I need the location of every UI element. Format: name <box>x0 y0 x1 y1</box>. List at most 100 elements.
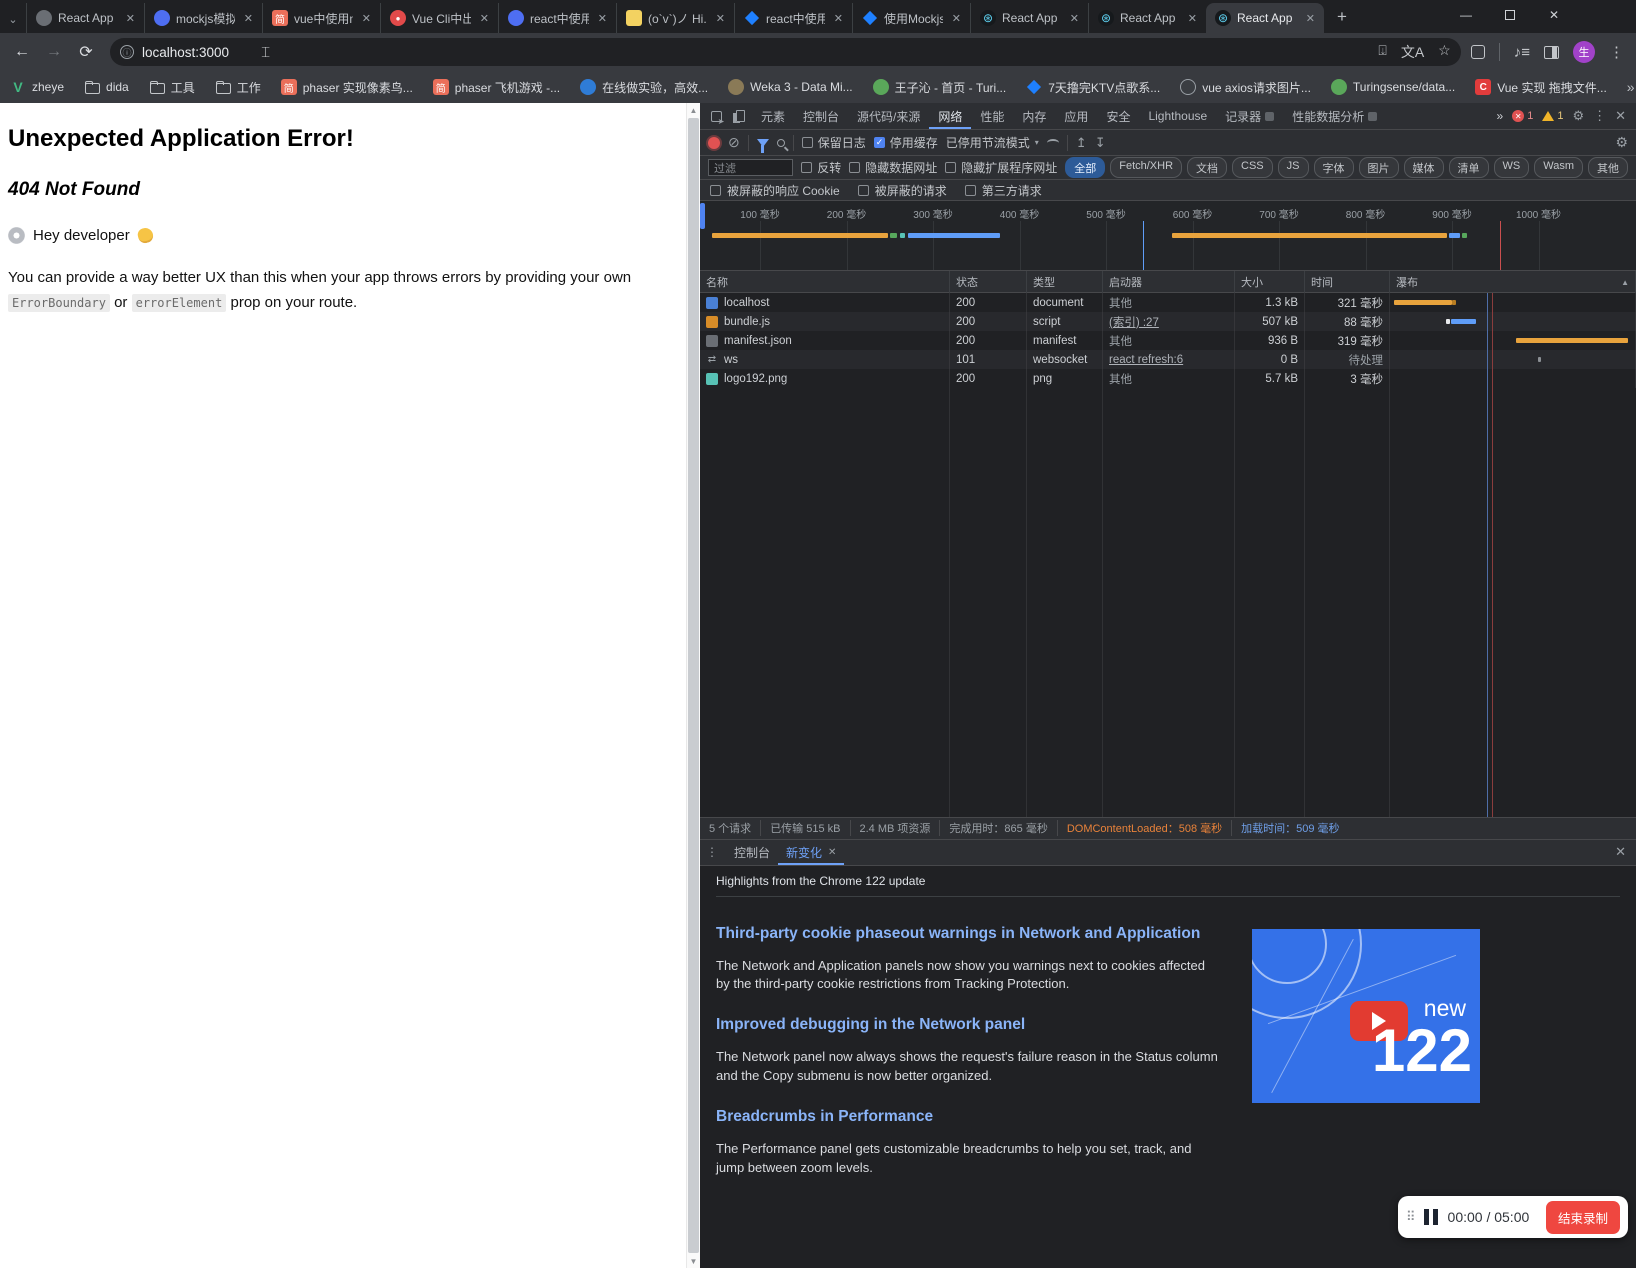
browser-tab[interactable]: 使用Mockjs... ✕ <box>852 3 970 33</box>
tab-close-icon[interactable]: ✕ <box>949 11 964 26</box>
filter-input[interactable]: 过滤 <box>708 159 794 176</box>
devtools-tab-性能数据分析[interactable]: 性能数据分析 <box>1283 103 1386 129</box>
request-name-cell[interactable]: logo192.png <box>700 369 950 388</box>
tab-close-icon[interactable]: ✕ <box>1185 11 1200 26</box>
column-header-大小[interactable]: 大小 <box>1235 271 1305 293</box>
bookmark-item[interactable]: 工作 <box>215 79 261 96</box>
reload-button[interactable]: ⟳ <box>72 38 100 66</box>
save-to-device-icon[interactable]: ⍗ <box>1378 42 1386 62</box>
devtools-tab-控制台[interactable]: 控制台 <box>794 103 848 129</box>
minimize-button[interactable]: — <box>1444 0 1488 30</box>
warning-badge[interactable]: 1 <box>1542 110 1563 122</box>
drawer-close-icon[interactable]: ✕ <box>1615 844 1630 860</box>
network-conditions-icon[interactable] <box>1046 138 1059 147</box>
export-har-icon[interactable]: ↧ <box>1095 135 1106 151</box>
browser-tab[interactable]: react中使用... ✕ <box>498 3 616 33</box>
invert-checkbox[interactable] <box>801 162 813 173</box>
bookmark-item[interactable]: Vzheye <box>10 79 64 95</box>
table-row[interactable]: bundle.js 200 script (索引) :27 507 kB 88 毫秒 <box>700 312 1636 331</box>
bookmark-item[interactable]: 7天撸完KTV点歌系... <box>1026 79 1160 96</box>
overview-range-handle[interactable] <box>700 203 705 229</box>
scroll-down-icon[interactable]: ▼ <box>690 1254 698 1268</box>
clear-network-icon[interactable]: ⊘ <box>728 134 740 151</box>
devtools-tab-记录器[interactable]: 记录器 <box>1216 103 1283 129</box>
bookmark-star-icon[interactable]: ☆ <box>1438 42 1451 62</box>
initiator-text[interactable]: (索引) :27 <box>1109 314 1159 330</box>
column-header-启动器[interactable]: 启动器 <box>1103 271 1235 293</box>
bookmark-item[interactable]: Turingsense/data... <box>1330 79 1455 95</box>
devtools-tab-内存[interactable]: 内存 <box>1013 103 1055 129</box>
column-header-时间[interactable]: 时间 <box>1305 271 1390 293</box>
tab-close-icon[interactable]: ✕ <box>1067 11 1082 26</box>
browser-tab[interactable]: ⊛ React App ✕ <box>970 3 1088 33</box>
stop-recording-button[interactable]: 结束录制 <box>1545 1200 1620 1234</box>
close-window-button[interactable]: ✕ <box>1532 0 1576 30</box>
drag-handle-icon[interactable]: ⠿ <box>1406 1209 1415 1225</box>
initiator-cell[interactable]: 其他 <box>1103 293 1235 312</box>
filter-pill-媒体[interactable]: 媒体 <box>1403 157 1444 178</box>
column-header-瀑布[interactable]: 瀑布 ▲ <box>1390 271 1636 293</box>
scroll-up-icon[interactable]: ▲ <box>690 103 698 117</box>
filter-pill-图片[interactable]: 图片 <box>1358 157 1399 178</box>
devtools-tab-应用[interactable]: 应用 <box>1055 103 1097 129</box>
throttling-dropdown[interactable]: 已停用节流模式 ▾ <box>946 134 1039 151</box>
table-row[interactable]: manifest.json 200 manifest 其他 936 B 319 毫秒 <box>700 331 1636 350</box>
browser-tab[interactable]: 简 vue中使用m... ✕ <box>262 3 380 33</box>
import-har-icon[interactable]: ↥ <box>1076 135 1087 151</box>
initiator-cell[interactable]: 其他 <box>1103 369 1235 388</box>
tab-close-icon[interactable]: ✕ <box>595 11 610 26</box>
filter-pill-JS[interactable]: JS <box>1277 157 1309 178</box>
filter-pill-文档[interactable]: 文档 <box>1187 157 1228 178</box>
filter-pill-字体[interactable]: 字体 <box>1313 157 1354 178</box>
request-name-cell[interactable]: ⇄ ws <box>700 350 950 369</box>
chrome-122-video-thumbnail[interactable]: new 122 <box>1252 928 1480 1103</box>
device-toolbar-icon[interactable] <box>728 106 752 126</box>
filter-pill-其他[interactable]: 其他 <box>1588 157 1628 178</box>
bookmarks-overflow-chevron[interactable]: » <box>1627 79 1636 95</box>
request-name-cell[interactable]: localhost <box>700 293 950 312</box>
whats-new-section-heading[interactable]: Third-party cookie phaseout warnings in … <box>716 925 1236 943</box>
whats-new-section-heading[interactable]: Improved debugging in the Network panel <box>716 1016 1236 1034</box>
devtools-tab-性能[interactable]: 性能 <box>971 103 1013 129</box>
bookmark-item[interactable]: 王子沁 - 首页 - Turi... <box>872 79 1006 96</box>
devtools-tab-元素[interactable]: 元素 <box>752 103 794 129</box>
bookmark-item[interactable]: 工具 <box>149 79 195 96</box>
tab-close-icon[interactable]: ✕ <box>241 11 256 26</box>
filter-pill-全部[interactable]: 全部 <box>1065 157 1106 178</box>
extensions-icon[interactable] <box>1470 45 1485 59</box>
scrollbar-thumb[interactable] <box>688 118 699 1253</box>
initiator-cell[interactable]: (索引) :27 <box>1103 312 1235 331</box>
tab-close-icon[interactable]: ✕ <box>1303 11 1318 26</box>
screen-recorder-widget[interactable]: ⠿ 00:00 / 05:00 结束录制 <box>1398 1196 1628 1238</box>
sort-arrow-icon[interactable]: ▲ <box>1621 278 1629 287</box>
devtools-close-icon[interactable]: ✕ <box>1615 108 1626 124</box>
page-scrollbar[interactable]: ▲ ▼ <box>686 103 700 1268</box>
browser-tab[interactable]: mockjs模拟... ✕ <box>144 3 262 33</box>
record-network-icon[interactable] <box>708 136 720 149</box>
bookmark-item[interactable]: 简 phaser 实现像素鸟... <box>280 79 413 96</box>
tab-close-icon[interactable]: ✕ <box>477 11 492 26</box>
browser-tab[interactable]: React App ✕ <box>26 3 144 33</box>
error-badge[interactable]: ✕ 1 <box>1512 110 1533 122</box>
hide-data-urls-toggle[interactable]: 隐藏数据网址 <box>849 159 937 176</box>
checkbox-icon[interactable] <box>710 184 721 196</box>
drawer-tab-控制台[interactable]: 控制台 <box>726 840 778 865</box>
devtools-menu-icon[interactable]: ⋮ <box>1593 108 1606 124</box>
translate-icon[interactable]: 文A <box>1401 42 1424 62</box>
tab-search-chevron-icon[interactable]: ⌄ <box>0 5 26 33</box>
network-settings-icon[interactable]: ⚙ <box>1615 134 1628 151</box>
inspect-element-icon[interactable] <box>704 106 728 126</box>
column-header-状态[interactable]: 状态 <box>950 271 1027 293</box>
address-bar[interactable]: ⓘ localhost:3000 ⌶ ⍗ 文A ☆ <box>110 38 1461 66</box>
forward-button[interactable]: → <box>40 38 68 66</box>
table-row[interactable]: localhost 200 document 其他 1.3 kB 321 毫秒 <box>700 293 1636 312</box>
invert-toggle[interactable]: 反转 <box>801 159 841 176</box>
new-tab-button[interactable]: + <box>1328 3 1356 31</box>
filter-pill-WS[interactable]: WS <box>1493 157 1530 178</box>
devtools-settings-icon[interactable]: ⚙ <box>1572 108 1584 124</box>
filter-pill-CSS[interactable]: CSS <box>1232 157 1273 178</box>
tab-close-icon[interactable]: ✕ <box>831 11 846 26</box>
address-url[interactable]: localhost:3000 <box>142 45 229 60</box>
hide-data-urls-checkbox[interactable] <box>849 162 861 173</box>
filter-icon[interactable] <box>756 138 769 153</box>
